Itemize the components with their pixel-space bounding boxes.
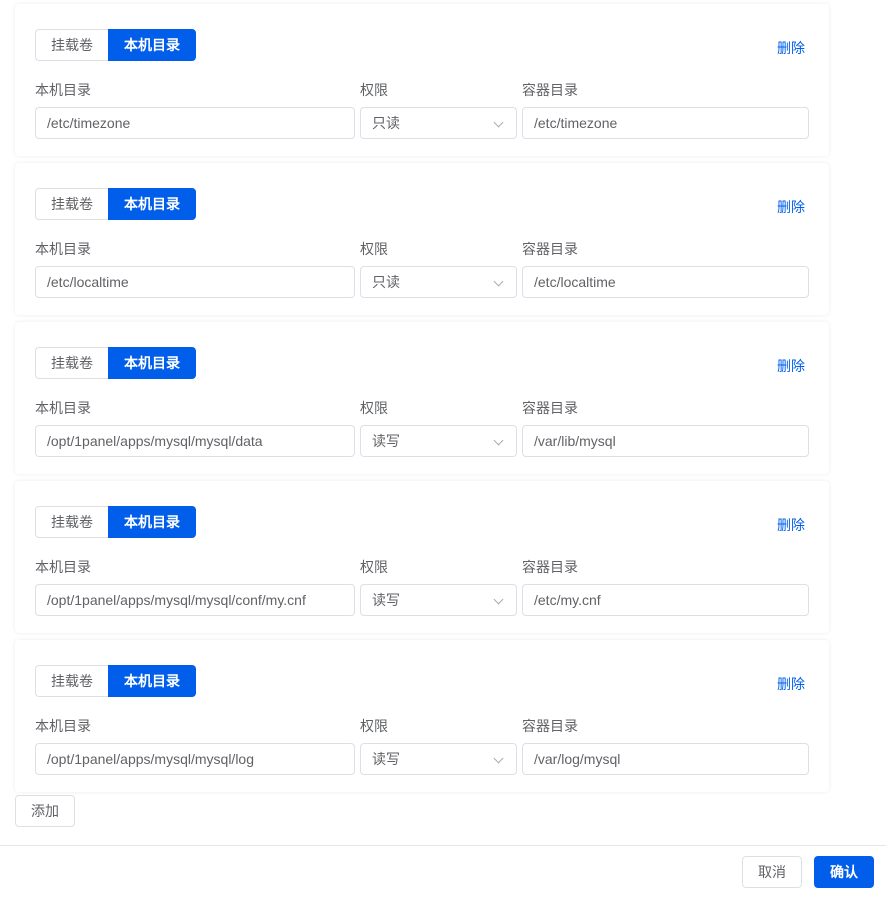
- permission-select[interactable]: 只读: [360, 107, 517, 139]
- container-dir-label: 容器目录: [522, 718, 578, 734]
- permission-label: 权限: [360, 82, 388, 98]
- delete-link[interactable]: 删除: [777, 674, 805, 694]
- volume-tab[interactable]: 挂载卷: [35, 29, 108, 61]
- footer-divider: [0, 845, 886, 846]
- delete-link[interactable]: 删除: [777, 515, 805, 535]
- host-dir-input[interactable]: /etc/localtime: [35, 266, 355, 298]
- permission-select[interactable]: 读写: [360, 425, 517, 457]
- container-dir-label: 容器目录: [522, 82, 578, 98]
- container-dir-input[interactable]: /etc/localtime: [522, 266, 809, 298]
- permission-select[interactable]: 只读: [360, 266, 517, 298]
- permission-label: 权限: [360, 718, 388, 734]
- permission-value: 读写: [372, 433, 400, 449]
- permission-select[interactable]: 读写: [360, 743, 517, 775]
- delete-link[interactable]: 删除: [777, 197, 805, 217]
- container-dir-label: 容器目录: [522, 241, 578, 257]
- volume-tab[interactable]: 挂载卷: [35, 188, 108, 220]
- container-dir-label: 容器目录: [522, 559, 578, 575]
- host-dir-input[interactable]: /etc/timezone: [35, 107, 355, 139]
- add-button[interactable]: 添加: [15, 795, 75, 827]
- chevron-down-icon: [493, 435, 504, 446]
- chevron-down-icon: [493, 117, 504, 128]
- host-dir-input[interactable]: /opt/1panel/apps/mysql/mysql/data: [35, 425, 355, 457]
- host-dir-input[interactable]: /opt/1panel/apps/mysql/mysql/conf/my.cnf: [35, 584, 355, 616]
- mount-card: 挂载卷 本机目录 删除 本机目录 权限 容器目录 /opt/1panel/app…: [15, 640, 829, 792]
- mount-type-toggle: 挂载卷 本机目录: [35, 506, 196, 538]
- mount-type-toggle: 挂载卷 本机目录: [35, 347, 196, 379]
- permission-value: 读写: [372, 592, 400, 608]
- permission-value: 只读: [372, 274, 400, 290]
- delete-link[interactable]: 删除: [777, 356, 805, 376]
- host-dir-label: 本机目录: [35, 718, 91, 734]
- host-dir-label: 本机目录: [35, 82, 91, 98]
- permission-value: 读写: [372, 751, 400, 767]
- permission-label: 权限: [360, 559, 388, 575]
- host-dir-label: 本机目录: [35, 241, 91, 257]
- container-dir-input[interactable]: /etc/timezone: [522, 107, 809, 139]
- volume-tab[interactable]: 挂载卷: [35, 665, 108, 697]
- host-dir-input[interactable]: /opt/1panel/apps/mysql/mysql/log: [35, 743, 355, 775]
- mount-card: 挂载卷 本机目录 删除 本机目录 权限 容器目录 /opt/1panel/app…: [15, 322, 829, 474]
- volume-tab[interactable]: 挂载卷: [35, 506, 108, 538]
- confirm-button[interactable]: 确认: [814, 856, 874, 888]
- host-dir-tab[interactable]: 本机目录: [108, 347, 196, 379]
- permission-label: 权限: [360, 241, 388, 257]
- host-dir-label: 本机目录: [35, 559, 91, 575]
- delete-link[interactable]: 删除: [777, 38, 805, 58]
- container-dir-input[interactable]: /etc/my.cnf: [522, 584, 809, 616]
- host-dir-tab[interactable]: 本机目录: [108, 506, 196, 538]
- chevron-down-icon: [493, 753, 504, 764]
- container-dir-input[interactable]: /var/log/mysql: [522, 743, 809, 775]
- permission-label: 权限: [360, 400, 388, 416]
- permission-select[interactable]: 读写: [360, 584, 517, 616]
- host-dir-tab[interactable]: 本机目录: [108, 665, 196, 697]
- mount-card: 挂载卷 本机目录 删除 本机目录 权限 容器目录 /etc/timezone 只…: [15, 4, 829, 156]
- volume-tab[interactable]: 挂载卷: [35, 347, 108, 379]
- chevron-down-icon: [493, 594, 504, 605]
- host-dir-tab[interactable]: 本机目录: [108, 29, 196, 61]
- mount-card: 挂载卷 本机目录 删除 本机目录 权限 容器目录 /opt/1panel/app…: [15, 481, 829, 633]
- permission-value: 只读: [372, 115, 400, 131]
- container-dir-label: 容器目录: [522, 400, 578, 416]
- mount-type-toggle: 挂载卷 本机目录: [35, 665, 196, 697]
- cancel-button[interactable]: 取消: [742, 856, 802, 888]
- mount-type-toggle: 挂载卷 本机目录: [35, 29, 196, 61]
- chevron-down-icon: [493, 276, 504, 287]
- mount-card: 挂载卷 本机目录 删除 本机目录 权限 容器目录 /etc/localtime …: [15, 163, 829, 315]
- container-dir-input[interactable]: /var/lib/mysql: [522, 425, 809, 457]
- host-dir-tab[interactable]: 本机目录: [108, 188, 196, 220]
- mount-type-toggle: 挂载卷 本机目录: [35, 188, 196, 220]
- host-dir-label: 本机目录: [35, 400, 91, 416]
